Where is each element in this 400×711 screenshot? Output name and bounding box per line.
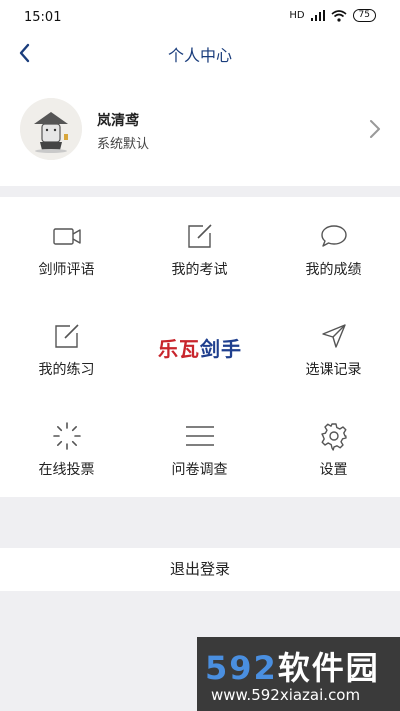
page-title: 个人中心 [167, 46, 232, 65]
avatar-image [20, 98, 82, 160]
menu-label: 剑师评语 [38, 262, 95, 278]
network-label: HD [289, 10, 305, 21]
menu-item-course-records[interactable]: 选课记录 [267, 297, 400, 397]
avatar[interactable] [20, 98, 82, 160]
app-logo: 乐瓦 剑手 [133, 297, 267, 397]
menu-item-online-voting[interactable]: 在线投票 [0, 397, 133, 497]
send-icon [321, 324, 346, 348]
watermark-url: www.592xiazai.com [211, 686, 361, 704]
menu-label: 设置 [319, 462, 348, 478]
status-bar: 15:01 HD 75 [0, 0, 400, 34]
menu-label: 在线投票 [38, 462, 95, 478]
menu-label: 我的成绩 [305, 262, 362, 278]
menu-item-my-exams[interactable]: 我的考试 [133, 197, 266, 297]
status-time: 15:01 [24, 10, 62, 25]
menu-label: 问卷调查 [171, 462, 228, 478]
menu-lines-icon [185, 426, 214, 446]
profile-card[interactable]: 岚清鸢 系统默认 [0, 72, 400, 186]
video-icon [52, 228, 81, 245]
watermark-text: 软件园 [277, 649, 380, 687]
menu-grid: 剑师评语 我的考试 我的成绩 我的练习 乐瓦剑手 选课记录 在线投票 问卷调查 [0, 197, 400, 497]
loading-spinner-icon [52, 422, 81, 450]
status-icons: HD 75 [289, 9, 376, 22]
gear-icon [320, 423, 347, 451]
wifi-icon [331, 9, 347, 22]
menu-item-survey[interactable]: 问卷调查 [133, 397, 266, 497]
menu-item-teacher-comments[interactable]: 剑师评语 [0, 197, 133, 297]
profile-name: 岚清鸢 [97, 113, 139, 129]
logo-text-red: 乐瓦 [158, 336, 200, 361]
battery-indicator: 75 [352, 9, 376, 22]
menu-label: 我的练习 [38, 362, 95, 378]
logo-text-blue: 剑手 [200, 336, 242, 361]
menu-item-settings[interactable]: 设置 [267, 397, 400, 497]
watermark-logo: 592软件园 www.592xiazai.com [197, 637, 400, 711]
logout-button[interactable]: 退出登录 [0, 548, 400, 591]
chat-bubble-icon [320, 225, 347, 247]
menu-label: 我的考试 [171, 262, 228, 278]
watermark-brand: 592软件园 [205, 643, 380, 689]
edit-icon [187, 224, 212, 248]
signal-icon [310, 10, 325, 21]
chevron-right-icon[interactable] [368, 118, 382, 140]
menu-label: 选课记录 [305, 362, 362, 378]
edit-icon [54, 324, 79, 348]
profile-subtitle: 系统默认 [97, 137, 150, 152]
watermark-digits: 592 [205, 649, 278, 687]
menu-item-my-practice[interactable]: 我的练习 [0, 297, 133, 397]
nav-bar: 个人中心 [0, 34, 400, 72]
menu-item-my-scores[interactable]: 我的成绩 [267, 197, 400, 297]
